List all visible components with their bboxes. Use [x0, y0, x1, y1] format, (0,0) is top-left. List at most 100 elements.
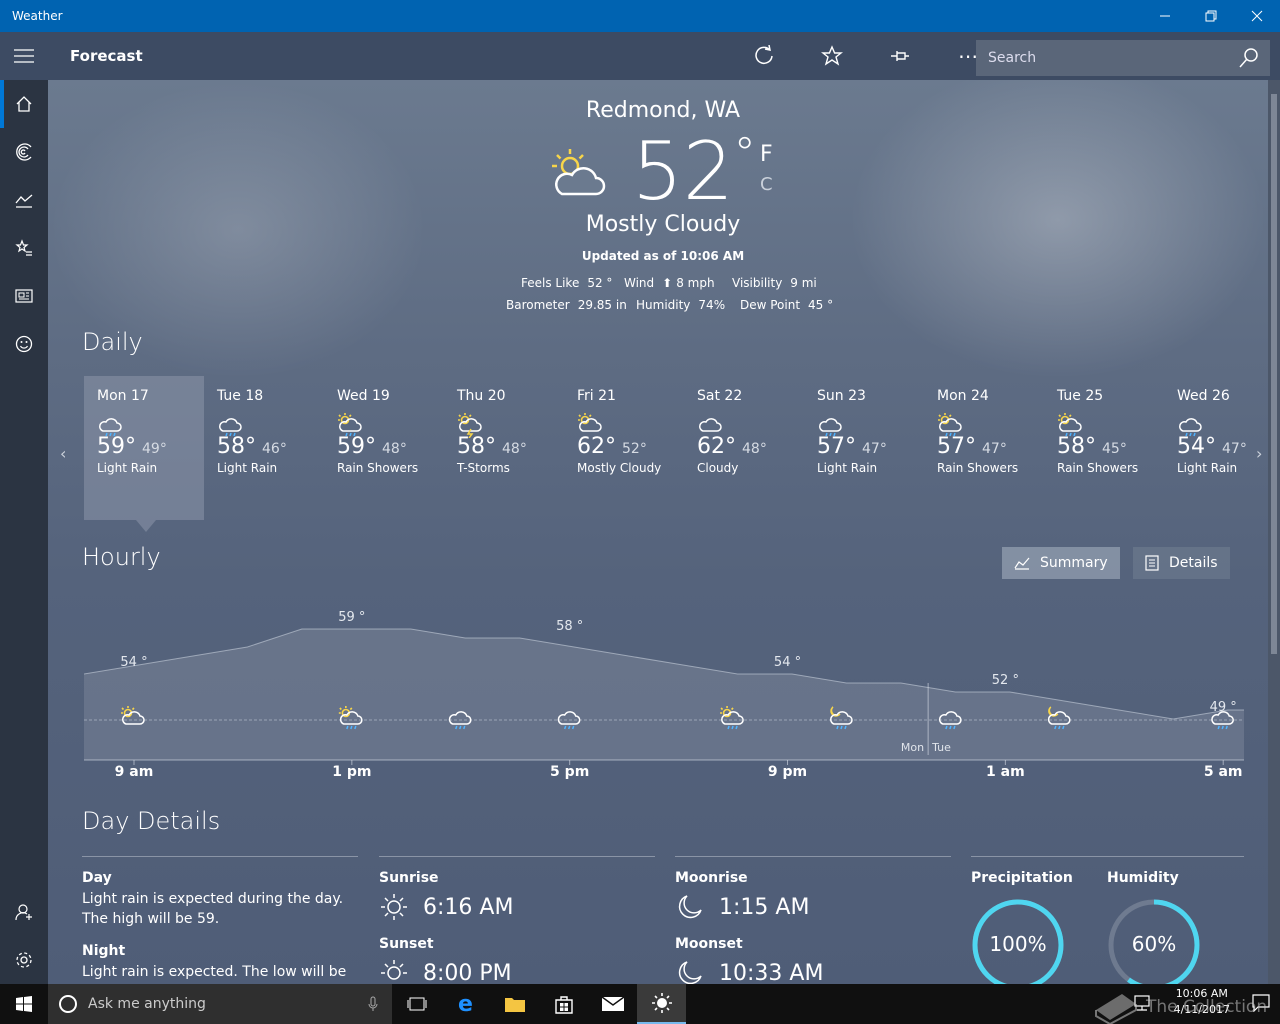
day-high: 62°: [577, 434, 616, 459]
day-icon: [817, 412, 911, 437]
title-bar: Weather: [0, 0, 1280, 32]
hourly-tick: 9 am: [114, 764, 154, 780]
unit-celsius[interactable]: C: [760, 174, 773, 195]
start-button[interactable]: [0, 984, 48, 1024]
daily-day-5[interactable]: Sat 22 62° 48° Cloudy: [684, 376, 804, 520]
city-name: Redmond, WA: [585, 98, 741, 123]
daily-day-0[interactable]: Mon 17 59° 49° Light Rain: [84, 376, 204, 532]
scrollbar[interactable]: [1268, 80, 1280, 984]
details-day-night: Day Light rain is expected during the da…: [82, 856, 358, 984]
day-high: 54°: [1177, 434, 1216, 459]
divider: [379, 856, 655, 857]
close-button[interactable]: [1234, 0, 1280, 32]
settings-button[interactable]: [0, 936, 48, 984]
day-low: 46°: [262, 441, 287, 457]
hourly-temp-label: 54 °: [774, 655, 801, 670]
day-split-left: Mon: [901, 741, 924, 754]
daily-day-6[interactable]: Sun 23 57° 47° Light Rain: [804, 376, 924, 520]
restore-button[interactable]: [1188, 0, 1234, 32]
day-condition: Mostly Cloudy: [577, 461, 662, 475]
favorite-button[interactable]: [798, 32, 866, 80]
search-icon[interactable]: [1238, 47, 1260, 69]
sunrise-row: 6:16 AM: [379, 892, 655, 922]
details-button[interactable]: Details: [1133, 547, 1230, 579]
weather-taskbar-button[interactable]: [637, 984, 686, 1024]
summary-button[interactable]: Summary: [1002, 547, 1120, 579]
unit-fahrenheit[interactable]: F: [760, 142, 773, 167]
store-taskbar-button[interactable]: [539, 984, 588, 1024]
sun-icon: [651, 993, 672, 1013]
cortana-search[interactable]: Ask me anything: [48, 984, 392, 1024]
daily-day-9[interactable]: Wed 26 54° 47° Light Rain: [1164, 376, 1268, 520]
hourly-tick: 1 am: [986, 764, 1025, 780]
night-text: Light rain is expected. The low will be …: [82, 964, 347, 980]
updated-time: Updated as of 10:06 AM: [581, 249, 745, 263]
refresh-icon: [755, 45, 773, 65]
minimize-icon: [1160, 15, 1170, 17]
stat-barometer: Barometer 29.85 in: [506, 298, 627, 312]
sidebar-item-maps[interactable]: [0, 128, 48, 176]
day-condition: Rain Showers: [1057, 461, 1139, 475]
hamburger-menu-button[interactable]: [0, 32, 48, 80]
pin-button[interactable]: [866, 32, 934, 80]
windows-logo-icon: [16, 996, 32, 1012]
edge-taskbar-button[interactable]: e: [441, 984, 490, 1024]
day-icon: [457, 412, 551, 439]
hourly-temp-label: 58 °: [556, 619, 583, 634]
hourly-chart: Mon Tue54 °59 °58 °54 °52 °49 °: [84, 610, 1244, 765]
explorer-taskbar-button[interactable]: [490, 984, 539, 1024]
task-view-icon: [407, 997, 426, 1011]
day-low: 47°: [862, 441, 887, 457]
day-condition: T-Storms: [457, 461, 510, 475]
sidebar-item-life[interactable]: [0, 320, 48, 368]
scrollbar-thumb[interactable]: [1271, 94, 1277, 654]
sidebar-item-forecast[interactable]: [0, 80, 48, 128]
daily-day-2[interactable]: Wed 19 59° 48° Rain Showers: [324, 376, 444, 520]
daily-day-3[interactable]: Thu 20 58° 48° T-Storms: [444, 376, 564, 520]
day-name: Sat 22: [697, 388, 743, 404]
restore-icon: [1205, 10, 1217, 22]
page-title: Forecast: [70, 47, 143, 65]
search-input[interactable]: Search: [976, 40, 1270, 76]
day-name: Tue 25: [1057, 388, 1104, 404]
day-high: 57°: [937, 434, 976, 459]
sidebar-item-places[interactable]: [0, 224, 48, 272]
minimize-button[interactable]: [1142, 0, 1188, 32]
daily-day-1[interactable]: Tue 18 58° 46° Light Rain: [204, 376, 324, 520]
day-text: Light rain is expected during the day. T…: [82, 891, 344, 927]
day-condition: Rain Showers: [937, 461, 1019, 475]
refresh-button[interactable]: [730, 32, 798, 80]
window-title: Weather: [12, 9, 63, 23]
book-logo-icon: [1095, 994, 1137, 1024]
account-button[interactable]: [0, 888, 48, 936]
sidebar-item-historical[interactable]: [0, 176, 48, 224]
star-list-icon: [15, 239, 32, 256]
close-icon: [1251, 10, 1263, 22]
day-condition: Light Rain: [97, 461, 158, 475]
daily-day-4[interactable]: Fri 21 62° 52° Mostly Cloudy: [564, 376, 684, 520]
microphone-icon[interactable]: [368, 996, 378, 1012]
hourly-tick: 1 pm: [332, 764, 372, 780]
day-high: 58°: [217, 434, 256, 459]
wind-arrow-icon: ⬆: [662, 276, 673, 290]
stat-humidity: Humidity 74%: [636, 298, 726, 312]
day-high: 58°: [457, 434, 496, 459]
home-icon: [16, 96, 32, 112]
night-label: Night: [82, 943, 126, 959]
moonset-icon: [678, 961, 702, 984]
day-label: Day: [82, 870, 112, 886]
day-icon: [577, 412, 671, 434]
day-low: 48°: [742, 441, 767, 457]
sidebar-item-news[interactable]: [0, 272, 48, 320]
sunset-label: Sunset: [379, 936, 434, 952]
daily-day-8[interactable]: Tue 25 58° 45° Rain Showers: [1044, 376, 1164, 520]
humidity-value: 60%: [1131, 932, 1177, 956]
daily-prev-arrow[interactable]: ‹: [60, 444, 66, 463]
mail-taskbar-button[interactable]: [588, 984, 637, 1024]
day-icon: [697, 412, 791, 434]
moonset-label: Moonset: [675, 936, 743, 952]
daily-day-7[interactable]: Mon 24 57° 47° Rain Showers: [924, 376, 1044, 520]
day-high: 59°: [337, 434, 376, 459]
task-view-button[interactable]: [392, 984, 441, 1024]
details-rings: Precipitation Humidity: [971, 856, 1244, 886]
